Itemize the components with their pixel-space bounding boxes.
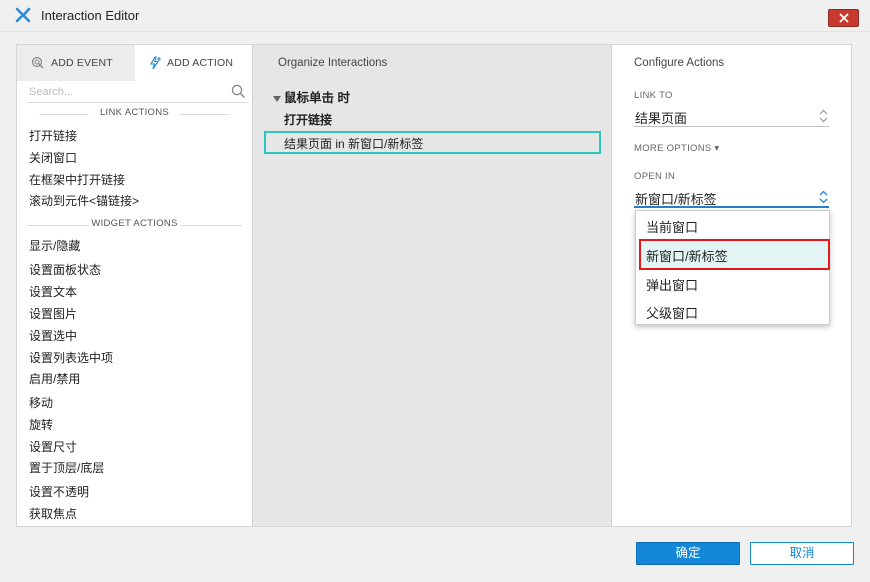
action-item[interactable]: 设置面板状态 (29, 261, 101, 279)
actions-library-panel: ADD EVENT ADD ACTION Search... LINK ACTI… (17, 45, 253, 526)
action-item[interactable]: 设置文本 (29, 283, 77, 301)
open-in-value: 新窗口/新标签 (635, 192, 717, 207)
tab-add-event[interactable]: ADD EVENT (17, 45, 135, 81)
close-button[interactable] (828, 9, 859, 27)
add-event-icon (31, 56, 45, 73)
open-in-select[interactable]: 新窗口/新标签 (634, 186, 829, 208)
action-item[interactable]: 旋转 (29, 416, 53, 434)
dropdown-option[interactable]: 弹出窗口 (646, 275, 698, 294)
axure-logo-icon (15, 7, 31, 23)
cancel-button[interactable]: 取消 (750, 542, 854, 565)
open-in-dropdown: 当前窗口 新窗口/新标签 弹出窗口 父级窗口 (635, 210, 830, 325)
action-item[interactable]: 关闭窗口 (29, 149, 77, 167)
action-item[interactable]: 打开链接 (29, 127, 77, 145)
organize-interactions-panel: Organize Interactions 鼠标单击 时 打开链接 结果页面 i… (253, 45, 612, 526)
action-item[interactable]: 显示/隐藏 (29, 237, 80, 255)
action-item[interactable]: 滚动到元件<锚链接> (29, 192, 139, 210)
link-to-select[interactable]: 结果页面 (634, 105, 829, 127)
lightning-icon (148, 56, 162, 73)
tab-bar: ADD EVENT ADD ACTION (17, 45, 252, 81)
search-input[interactable]: Search... (27, 83, 249, 103)
more-options-toggle[interactable]: MORE OPTIONS ▾ (634, 143, 720, 154)
action-item[interactable]: 获取焦点 (29, 505, 77, 523)
dialog-body: ADD EVENT ADD ACTION Search... LINK ACTI… (16, 44, 852, 527)
search-placeholder: Search... (29, 86, 74, 98)
tab-add-action-label: ADD ACTION (167, 57, 234, 69)
dropdown-option-selected[interactable]: 新窗口/新标签 (646, 246, 728, 265)
title-bar: Interaction Editor (0, 0, 870, 32)
action-item[interactable]: 设置图片 (29, 305, 77, 323)
selected-action-label: 结果页面 in 新窗口/新标签 (284, 137, 424, 151)
search-icon[interactable] (231, 84, 246, 102)
action-item[interactable]: 设置不透明 (29, 483, 89, 501)
tab-add-event-label: ADD EVENT (51, 57, 113, 69)
link-to-label: LINK TO (634, 90, 673, 101)
dropdown-option[interactable]: 父级窗口 (646, 303, 698, 322)
action-item[interactable]: 置于顶层/底层 (29, 459, 104, 477)
action-item[interactable]: 在框架中打开链接 (29, 171, 125, 189)
dropdown-option[interactable]: 当前窗口 (646, 217, 698, 236)
configure-actions-panel: Configure Actions LINK TO 结果页面 MORE OPTI… (613, 45, 851, 526)
event-label: 鼠标单击 时 (284, 91, 350, 105)
updown-chevron-icon (819, 109, 828, 126)
caret-down-icon[interactable] (273, 91, 281, 105)
open-in-label: OPEN IN (634, 171, 676, 182)
link-actions-header: LINK ACTIONS (17, 107, 252, 121)
configure-title: Configure Actions (634, 57, 725, 69)
window-title: Interaction Editor (41, 8, 140, 23)
selected-action-row[interactable]: 结果页面 in 新窗口/新标签 (264, 131, 601, 154)
organize-title: Organize Interactions (278, 57, 388, 69)
ok-button[interactable]: 确定 (636, 542, 740, 565)
action-item[interactable]: 启用/禁用 (29, 370, 80, 388)
action-item[interactable]: 设置尺寸 (29, 438, 77, 456)
tab-add-action[interactable]: ADD ACTION (135, 45, 252, 81)
close-icon (839, 13, 849, 23)
action-item[interactable]: 设置列表选中项 (29, 349, 113, 367)
updown-chevron-icon (819, 190, 828, 207)
action-item[interactable]: 移动 (29, 394, 53, 412)
link-to-value: 结果页面 (635, 111, 688, 126)
action-item[interactable]: 设置选中 (29, 327, 77, 345)
widget-actions-header: WIDGET ACTIONS (17, 218, 252, 232)
case-label[interactable]: 打开链接 (284, 111, 332, 128)
